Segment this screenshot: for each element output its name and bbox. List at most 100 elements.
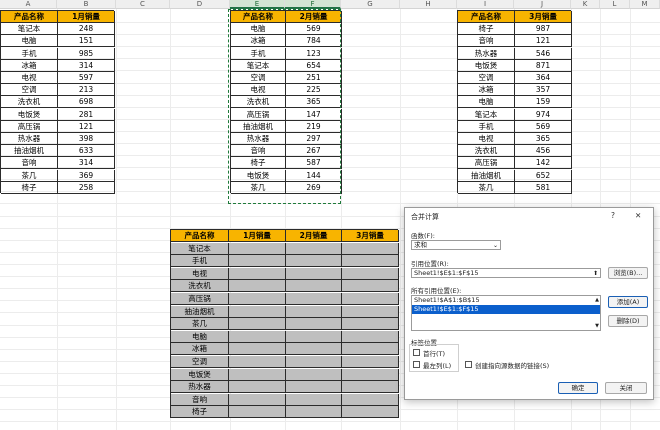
left-column-checkbox[interactable]: [413, 361, 420, 368]
product-cell[interactable]: 电视: [458, 133, 515, 145]
scroll-up-icon[interactable]: ▲: [595, 297, 599, 303]
sales-cell[interactable]: 314: [58, 60, 115, 72]
sales-cell[interactable]: 121: [515, 35, 572, 47]
product-cell[interactable]: 洗衣机: [458, 145, 515, 157]
summary-empty-cell[interactable]: [286, 318, 342, 330]
summary-empty-cell[interactable]: [286, 243, 342, 255]
summary-empty-cell[interactable]: [286, 343, 342, 355]
summary-empty-cell[interactable]: [286, 280, 342, 292]
summary-empty-cell[interactable]: [229, 406, 286, 418]
summary-empty-cell[interactable]: [342, 394, 399, 406]
ok-button[interactable]: 确定: [558, 382, 598, 394]
header-cell[interactable]: 1月销量: [58, 11, 115, 23]
summary-product-cell[interactable]: 洗衣机: [171, 280, 229, 292]
summary-product-cell[interactable]: 音响: [171, 394, 229, 406]
ref-list-item-selected[interactable]: Sheet1!$E$1:$F$15: [412, 305, 600, 314]
column-header-d[interactable]: D: [170, 0, 230, 9]
sales-cell[interactable]: 121: [58, 121, 115, 133]
summary-empty-cell[interactable]: [229, 293, 286, 305]
top-row-checkbox[interactable]: [413, 349, 420, 356]
header-cell[interactable]: 产品名称: [1, 11, 58, 23]
column-header-f[interactable]: F: [285, 0, 341, 9]
summary-header-cell[interactable]: 2月销量: [286, 230, 342, 242]
column-header-g[interactable]: G: [341, 0, 400, 9]
summary-empty-cell[interactable]: [286, 381, 342, 393]
sales-cell[interactable]: 652: [515, 170, 572, 182]
function-select[interactable]: 求和 ⌄: [411, 240, 501, 250]
product-cell[interactable]: 电饭煲: [458, 60, 515, 72]
summary-product-cell[interactable]: 电视: [171, 268, 229, 280]
product-cell[interactable]: 热水器: [458, 48, 515, 60]
sales-cell[interactable]: 581: [515, 182, 572, 194]
summary-header-cell[interactable]: 3月销量: [342, 230, 399, 242]
sales-cell[interactable]: 159: [515, 96, 572, 108]
summary-empty-cell[interactable]: [229, 394, 286, 406]
summary-header-cell[interactable]: 产品名称: [171, 230, 229, 242]
summary-empty-cell[interactable]: [286, 293, 342, 305]
column-header-c[interactable]: C: [116, 0, 170, 9]
product-cell[interactable]: 音响: [1, 157, 58, 169]
summary-empty-cell[interactable]: [342, 406, 399, 418]
column-header-a[interactable]: A: [0, 0, 57, 9]
summary-product-cell[interactable]: 椅子: [171, 406, 229, 418]
product-cell[interactable]: 茶几: [1, 170, 58, 182]
summary-empty-cell[interactable]: [286, 331, 342, 343]
product-cell[interactable]: 高压锅: [458, 157, 515, 169]
summary-empty-cell[interactable]: [229, 280, 286, 292]
summary-product-cell[interactable]: 手机: [171, 255, 229, 267]
scroll-down-icon[interactable]: ▼: [595, 323, 599, 329]
product-cell[interactable]: 电脑: [1, 35, 58, 47]
summary-empty-cell[interactable]: [286, 255, 342, 267]
column-header-i[interactable]: I: [457, 0, 514, 9]
sales-cell[interactable]: 314: [58, 157, 115, 169]
sales-cell[interactable]: 281: [58, 109, 115, 121]
summary-product-cell[interactable]: 热水器: [171, 381, 229, 393]
column-header-b[interactable]: B: [57, 0, 116, 9]
sales-cell[interactable]: 142: [515, 157, 572, 169]
collapse-ref-icon[interactable]: ⬆: [593, 269, 598, 278]
summary-product-cell[interactable]: 电脑: [171, 331, 229, 343]
summary-empty-cell[interactable]: [286, 268, 342, 280]
sales-cell[interactable]: 369: [58, 170, 115, 182]
summary-header-cell[interactable]: 1月销量: [229, 230, 286, 242]
summary-empty-cell[interactable]: [342, 243, 399, 255]
summary-empty-cell[interactable]: [286, 394, 342, 406]
product-cell[interactable]: 笔记本: [1, 23, 58, 35]
summary-empty-cell[interactable]: [342, 356, 399, 368]
product-cell[interactable]: 椅子: [458, 23, 515, 35]
column-header-e[interactable]: E: [230, 0, 285, 9]
summary-empty-cell[interactable]: [229, 343, 286, 355]
spreadsheet[interactable]: ABCDEFGHIJKLM 产品名称 1月销量 笔记本 248 电脑 151 手机 985 冰箱…: [0, 0, 660, 430]
sales-cell[interactable]: 258: [58, 182, 115, 194]
product-cell[interactable]: 抽油烟机: [458, 170, 515, 182]
help-icon[interactable]: ?: [611, 211, 615, 220]
column-header-k[interactable]: K: [571, 0, 600, 9]
sales-cell[interactable]: 364: [515, 72, 572, 84]
sales-cell[interactable]: 357: [515, 84, 572, 96]
summary-empty-cell[interactable]: [342, 381, 399, 393]
summary-empty-cell[interactable]: [342, 268, 399, 280]
browse-button[interactable]: 浏览(B)...: [608, 267, 648, 279]
summary-product-cell[interactable]: 高压锅: [171, 293, 229, 305]
summary-empty-cell[interactable]: [229, 243, 286, 255]
summary-empty-cell[interactable]: [286, 369, 342, 381]
header-cell[interactable]: 产品名称: [458, 11, 515, 23]
product-cell[interactable]: 音响: [458, 35, 515, 47]
summary-empty-cell[interactable]: [229, 318, 286, 330]
product-cell[interactable]: 电饭煲: [1, 109, 58, 121]
link-source-checkbox[interactable]: [465, 361, 472, 368]
all-refs-list[interactable]: Sheet1!$A$1:$B$15 Sheet1!$E$1:$F$15 ▲ ▼: [411, 295, 601, 331]
summary-empty-cell[interactable]: [229, 381, 286, 393]
product-cell[interactable]: 高压锅: [1, 121, 58, 133]
product-cell[interactable]: 冰箱: [458, 84, 515, 96]
summary-product-cell[interactable]: 笔记本: [171, 243, 229, 255]
summary-empty-cell[interactable]: [229, 369, 286, 381]
add-button[interactable]: 添加(A): [608, 296, 648, 308]
product-cell[interactable]: 电脑: [458, 96, 515, 108]
product-cell[interactable]: 空调: [458, 72, 515, 84]
sales-cell[interactable]: 398: [58, 133, 115, 145]
column-header-h[interactable]: H: [400, 0, 457, 9]
ref-list-item[interactable]: Sheet1!$A$1:$B$15: [412, 296, 600, 305]
ref-input[interactable]: Sheet1!$E$1:$F$15 ⬆: [411, 268, 601, 278]
sales-cell[interactable]: 985: [58, 48, 115, 60]
